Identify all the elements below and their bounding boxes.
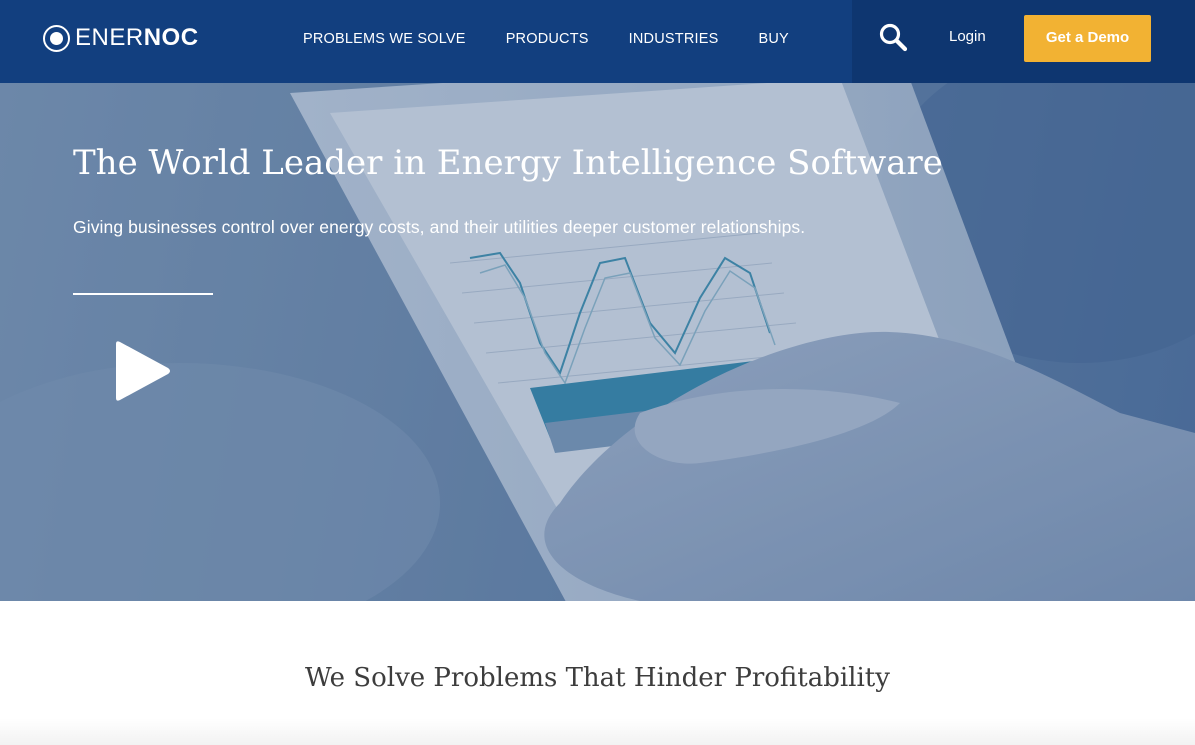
logo-circle-icon: [43, 24, 70, 52]
play-video-button[interactable]: [112, 338, 174, 404]
main-menu: PROBLEMS WE SOLVE PRODUCTS INDUSTRIES BU…: [303, 30, 829, 48]
hero-divider: [73, 293, 213, 295]
menu-item-products[interactable]: PRODUCTS: [506, 30, 589, 48]
logo-text-light: ENER: [75, 24, 144, 51]
menu-item-industries[interactable]: INDUSTRIES: [629, 30, 719, 48]
menu-item-buy[interactable]: BUY: [758, 30, 788, 48]
section-fade: [0, 718, 1195, 745]
top-navigation: ENERNOC PROBLEMS WE SOLVE PRODUCTS INDUS…: [0, 0, 1195, 83]
hero-title: The World Leader in Energy Intelligence …: [73, 143, 943, 183]
section-title: We Solve Problems That Hinder Profitabil…: [305, 663, 890, 693]
hero-subtitle: Giving businesses control over energy co…: [73, 217, 806, 237]
menu-item-problems-we-solve[interactable]: PROBLEMS WE SOLVE: [303, 30, 466, 48]
play-icon: [116, 341, 170, 401]
enernoc-logo[interactable]: ENERNOC: [43, 24, 199, 52]
hero-banner: The World Leader in Energy Intelligence …: [0, 83, 1195, 601]
logo-text-bold: NOC: [143, 24, 199, 51]
logo-wordmark: ENERNOC: [75, 24, 199, 52]
get-a-demo-button[interactable]: Get a Demo: [1024, 15, 1151, 62]
search-icon[interactable]: [878, 22, 908, 52]
login-link[interactable]: Login: [949, 28, 986, 45]
